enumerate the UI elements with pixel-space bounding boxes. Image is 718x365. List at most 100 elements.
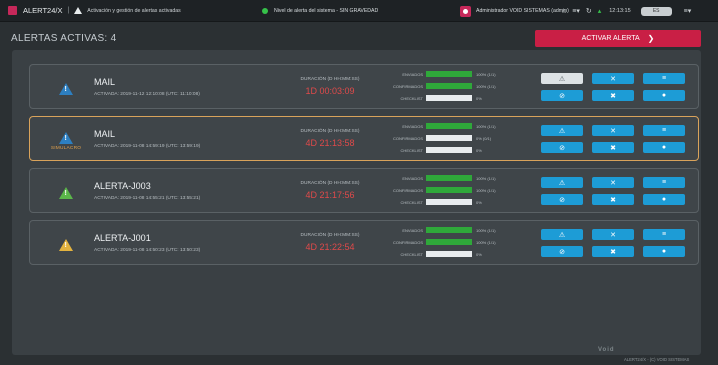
escalate-button[interactable]: ⚠ [541,177,583,188]
stop-button[interactable]: ✖ [592,90,634,101]
duration-label: DURACIÓN (D HH:MM:SS) [300,129,360,134]
checklist-text: 0% [476,251,482,257]
activate-alert-button[interactable]: ACTIVAR ALERTA ❯ [535,30,701,47]
system-status: Nivel de alerta del sistema - SIN GRAVED… [262,0,378,22]
alert-name: MAIL [94,129,116,139]
alert-name: ALERTA-J001 [94,233,151,243]
duration-label: DURACIÓN (D HH:MM:SS) [300,233,360,238]
sent-label: ENVIADOS [402,71,423,77]
checklist-label: CHECKLIST [400,199,423,205]
menu-list-icon[interactable]: ≡▾ [572,7,580,15]
language-selector[interactable]: ES [640,6,672,16]
simulacro-label: SIMULACRO [50,145,82,151]
sent-text: 100% (1/1) [476,123,496,129]
stop-button[interactable]: ✖ [592,194,634,205]
confirmed-track [426,187,472,193]
checklist-label: CHECKLIST [400,251,423,257]
admin-user[interactable]: Administrador VOID SISTEMAS (admin) [460,0,569,22]
app-logo-icon [8,6,17,15]
app-title: ALERT24/X [23,6,63,15]
escalate-button[interactable]: ⚠ [541,229,583,240]
chat-button[interactable]: ● [643,246,685,257]
confirmed-label: CONFIRMADOS [393,83,423,89]
details-button[interactable]: ≡ [643,229,685,240]
toolbar-icons: ⌂ ≡▾ ↻ ▴ 12:13:15 ES ≡▾ [562,0,691,22]
alert-icon-wrap [52,179,80,207]
sent-progress: ENVIADOS 100% (1/1) [387,122,527,130]
sent-track [426,175,472,181]
confirmed-label: CONFIRMADOS [393,187,423,193]
details-button[interactable]: ≡ [643,177,685,188]
sent-fill [426,71,472,77]
details-button[interactable]: ≡ [643,73,685,84]
confirmed-label: CONFIRMADOS [393,239,423,245]
confirmed-track [426,135,472,141]
close-alert-button[interactable]: ✕ [592,125,634,136]
alert-icon-wrap [52,231,80,259]
checklist-label: CHECKLIST [400,95,423,101]
alerts-header: ALERTAS ACTIVAS: 4 ACTIVAR ALERTA ❯ [11,28,701,48]
details-button[interactable]: ≡ [643,125,685,136]
checklist-track [426,147,472,153]
cancel-button[interactable]: ⊘ [541,194,583,205]
alert-warning-icon [59,239,73,251]
clock: 12:13:15 [609,8,631,14]
cancel-button[interactable]: ⊘ [541,90,583,101]
alert-warning-icon [59,83,73,95]
confirmed-text: 100% (1/1) [476,83,496,89]
confirmed-text: 100% (1/1) [476,187,496,193]
activate-alert-label: ACTIVAR ALERTA [581,35,640,42]
admin-text: Administrador VOID SISTEMAS (admin) [476,8,569,14]
sent-track [426,123,472,129]
page-subtitle: Activación y gestión de alertas activada… [87,7,181,14]
status-dot-icon [262,8,268,14]
warning-icon [74,7,83,14]
alert-card: SIMULACRO MAIL ACTIVADA: 2019-11-08 14:5… [29,116,699,161]
checklist-label: CHECKLIST [400,147,423,153]
sent-track [426,71,472,77]
checklist-progress: CHECKLIST 0% [387,250,527,258]
duration-value: 4D 21:22:54 [305,242,355,252]
confirmed-progress: CONFIRMADOS 0% (0/1) [387,134,527,142]
sent-progress: ENVIADOS 100% (1/1) [387,226,527,234]
confirmed-fill [426,187,472,193]
alert-warning-icon [59,187,73,199]
chat-button[interactable]: ● [643,194,685,205]
close-alert-button[interactable]: ✕ [592,73,634,84]
alert-card: ALERTA-J003 ACTIVADA: 2019-11-08 14:55:2… [29,168,699,213]
confirmed-text: 0% (0/1) [476,135,492,141]
alert-card: ALERTA-J001 ACTIVADA: 2019-11-08 14:50:2… [29,220,699,265]
stop-button[interactable]: ✖ [592,246,634,257]
sent-text: 100% (1/1) [476,71,496,77]
escalate-button[interactable]: ⚠ [541,125,583,136]
duration-value: 4D 21:17:56 [305,190,355,200]
title-separator: | [67,7,70,14]
duration-label: DURACIÓN (D HH:MM:SS) [300,77,360,82]
sent-fill [426,123,472,129]
home-icon[interactable]: ⌂ [562,8,566,15]
alert-activated: ACTIVADA: 2019-11-08 14:50:23 (UTC: 13:5… [94,248,201,253]
sent-fill [426,227,472,233]
confirmed-progress: CONFIRMADOS 100% (1/1) [387,238,527,246]
cancel-button[interactable]: ⊘ [541,142,583,153]
duration-label: DURACIÓN (D HH:MM:SS) [300,181,360,186]
checklist-text: 0% [476,199,482,205]
close-alert-button[interactable]: ✕ [592,229,634,240]
cancel-button[interactable]: ⊘ [541,246,583,257]
checklist-text: 0% [476,95,482,101]
duration-value: 1D 00:03:09 [305,86,355,96]
chat-button[interactable]: ● [643,90,685,101]
sent-label: ENVIADOS [402,175,423,181]
confirmed-progress: CONFIRMADOS 100% (1/1) [387,186,527,194]
checklist-progress: CHECKLIST 0% [387,94,527,102]
close-alert-button[interactable]: ✕ [592,177,634,188]
hamburger-menu-icon[interactable]: ≡▾ [684,7,692,15]
alert-icon-wrap: SIMULACRO [50,127,82,155]
refresh-icon[interactable]: ↻ [586,7,592,15]
chat-button[interactable]: ● [643,142,685,153]
duration-value: 4D 21:13:58 [305,138,355,148]
stop-button[interactable]: ✖ [592,142,634,153]
sent-track [426,227,472,233]
escalate-button[interactable]: ⚠ [541,73,583,84]
checklist-progress: CHECKLIST 0% [387,146,527,154]
